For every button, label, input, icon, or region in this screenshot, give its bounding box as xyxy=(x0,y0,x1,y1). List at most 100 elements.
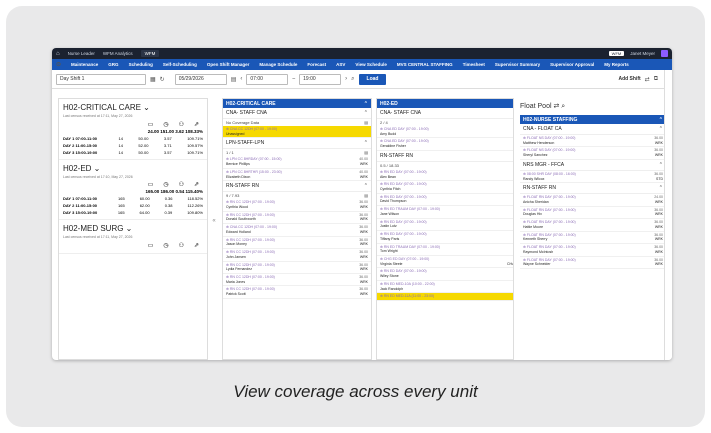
staff-name: Lydia Fernandez xyxy=(226,267,252,272)
chevron-right-icon[interactable]: › xyxy=(345,76,347,82)
shift-row[interactable]: ⊕ RN ED DAY (07:00 - 19:00)36.00David Th… xyxy=(377,194,525,207)
nav-item[interactable]: View Schedule xyxy=(355,62,386,67)
time-to[interactable]: 19:00 xyxy=(299,73,342,85)
shift-row[interactable]: ⊕ CHG ED DAY (07:00 - 19:00)12.00Virgini… xyxy=(377,256,525,269)
shift-row[interactable]: ⊕ FLOAT NS DAY (07:00 - 19:00) 36.00 Shery… xyxy=(520,147,666,160)
role-group[interactable]: NRS MGR - FFCA ⌃ xyxy=(520,160,666,171)
shift-row[interactable]: ⊕ RN ED DAY (07:00 - 19:00)36.00Tiffany … xyxy=(377,231,525,244)
nav-item[interactable]: GRG xyxy=(108,62,118,67)
shift-row[interactable]: ⊕ RN CC 12DH (07:00 - 19:00) 36.00 John Ja… xyxy=(223,249,371,262)
search-icon[interactable]: ⌕ xyxy=(351,76,354,83)
chevron-up-icon[interactable]: ⌃ xyxy=(364,101,368,107)
shift-row[interactable]: ⊕ CNA CC 12DH (07:00 - 19:00) Unassigned xyxy=(223,126,371,139)
nav-item[interactable]: Open Shift Manager xyxy=(207,62,250,67)
shift-row[interactable]: ⊕ CNA ED DAY (07:00 - 19:00)36.00Geraldi… xyxy=(377,138,525,151)
avatar[interactable] xyxy=(661,50,668,57)
app-icon[interactable]: ⊙ xyxy=(56,61,61,68)
chevron-up-icon[interactable]: ⌃ xyxy=(659,185,663,191)
role-group[interactable]: RN-STAFF RN⌃ xyxy=(520,183,666,195)
shift-row[interactable]: ⊕ RN CC 12DH (07:00 - 19:00) 36.00 Jason M… xyxy=(223,237,371,250)
load-button[interactable]: Load xyxy=(358,73,387,85)
add-shift-button[interactable]: Add Shift xyxy=(618,76,640,82)
shift-row[interactable]: ⊕ LPN CC 8HRDAY (07:00 - 15:00) 40.00 Bern… xyxy=(223,156,371,169)
date-input[interactable]: 05/29/2026 xyxy=(174,73,227,85)
role-group[interactable]: CNA- STAFF CNA⌃ xyxy=(223,108,371,119)
shift-row[interactable]: ⊕ RN ED DAY (07:00 - 19:00)36.00Justin L… xyxy=(377,219,525,232)
chevron-up-icon[interactable]: ⌃ xyxy=(364,140,368,146)
nav-item[interactable]: Supervisor Summary xyxy=(495,62,540,67)
refresh-icon[interactable]: ↻ xyxy=(160,76,165,83)
role-group[interactable]: CNA - FLOAT CA ⌃ xyxy=(520,124,666,135)
shift-row[interactable]: ⊕ RN ED TRAUM DAY (07:00 - 19:00)36.00Ja… xyxy=(377,206,525,219)
chevron-up-icon[interactable]: ⌃ xyxy=(659,117,663,123)
top-item[interactable]: WFM Analytics xyxy=(103,51,133,56)
chevron-up-icon[interactable]: ⌃ xyxy=(364,183,368,189)
shift-row[interactable]: ⊕ RN ED DAY (07:00 - 19:00)24.00Alex Bea… xyxy=(377,169,525,182)
shift-row[interactable]: ⊕ FLOAT RN DAY (07:00 - 19:00) 24.00 Anich… xyxy=(520,194,666,207)
shift-select[interactable]: Day Shift 1 xyxy=(56,73,146,85)
home-icon[interactable]: ⌂ xyxy=(56,51,60,57)
collapse-icon[interactable]: « xyxy=(210,98,218,360)
summary-cell: 165 xyxy=(118,196,125,202)
nav-item[interactable]: My Reports xyxy=(604,62,629,67)
role-group[interactable]: LPN-STAFF-LPN ⌃ xyxy=(223,138,371,150)
shift-row[interactable]: ⊕ RN CC 12DH (07:00 - 19:00) 36.00 Donald … xyxy=(223,212,371,225)
shift-row[interactable]: ⊕ CNA CC 12DH (07:00 - 19:00) 36.00 Edward… xyxy=(223,224,371,237)
note-icon[interactable]: ▤ xyxy=(364,193,368,198)
shift-code: ⊕ RN ED MED-11A (11:00 - 23:00) xyxy=(380,294,435,299)
column-header[interactable]: H02-CRITICAL CARE ⌃ xyxy=(223,99,371,108)
shift-row[interactable]: ⊕ RN CC 12DH (07:00 - 19:00) 36.00 Maria J… xyxy=(223,274,371,287)
chevron-left-icon[interactable]: ‹ xyxy=(240,76,242,82)
staff-name: Justin Lutz xyxy=(380,224,397,229)
nav-item[interactable]: Forecast xyxy=(307,62,326,67)
shift-row[interactable]: ⊕ FLOAT RN DAY (07:00 - 19:00) 36.00 Kenne… xyxy=(520,232,666,245)
top-tab-wfm[interactable]: WFM xyxy=(140,50,160,57)
grid-icon[interactable]: ▦ xyxy=(150,76,156,83)
shift-row[interactable]: ⊕ FLOAT NS DAY (07:00 - 19:00) 36.00 Matth… xyxy=(520,135,666,148)
shift-row[interactable]: ⊕ LPN CC 8HRTHR (15:00 - 23:00) 40.00 Eliz… xyxy=(223,169,371,182)
shift-row[interactable]: ⊕ FLOAT RN DAY (07:00 - 19:00) 36.00 Wayne… xyxy=(520,257,666,269)
top-item[interactable]: Nurse Leader xyxy=(68,51,95,56)
shift-row[interactable]: ⊕ RN ED TRAUM DAY (07:00 - 19:00)36.00To… xyxy=(377,244,525,256)
nav-item[interactable]: Manage Schedule xyxy=(259,62,297,67)
note-icon[interactable]: ▤ xyxy=(364,150,368,155)
shift-row[interactable]: ⊕ RN ED DAY (07:00 - 19:00)36.00Wiley St… xyxy=(377,268,525,281)
shift-row[interactable]: ⊕ FLOAT RN DAY (07:00 - 19:00) 36.00 Dougl… xyxy=(520,207,666,220)
chevron-up-icon[interactable]: ⌃ xyxy=(659,126,663,132)
calendar-icon[interactable]: ▤ xyxy=(231,76,237,83)
float-header[interactable]: H02-NURSE STAFFING ⌃ xyxy=(520,115,666,124)
shift-row[interactable]: ⊕ CNA ED DAY (07:00 - 19:00)24.00Amy Bud… xyxy=(377,126,525,139)
chevron-up-icon[interactable]: ⌃ xyxy=(659,162,663,168)
unit-name[interactable]: H02-MED SURG ⌄ xyxy=(63,224,203,233)
shift-row[interactable]: ⊕ RN CC 12DH (07:00 - 19:00) 36.00 Patrick… xyxy=(223,286,371,299)
shift-row[interactable]: ⊕ RN ED DAY (07:00 - 19:00)36.00Cynthia … xyxy=(377,181,525,194)
nav-item[interactable]: Maintenance xyxy=(71,62,98,67)
shift-row[interactable]: ⊕ RN ED MED-11A (11:00 - 23:00) xyxy=(377,293,525,301)
filter-icon[interactable]: ⇄ xyxy=(645,76,650,83)
shift-row[interactable]: ⊕ 08:00 SHR DAY (08:00 - 16:00) 36.00 Rand… xyxy=(520,171,666,184)
role-group[interactable]: RN-STAFF RN⌃ xyxy=(223,181,371,193)
staff-name: Sheryl Sanchez xyxy=(523,153,548,158)
role-group[interactable]: RN-STAFF RN⌃ xyxy=(377,151,525,162)
unit-name[interactable]: H02-CRITICAL CARE ⌄ xyxy=(63,103,203,112)
time-from[interactable]: 07:00 xyxy=(246,73,289,85)
column-header[interactable]: H02-ED⌃ xyxy=(377,99,525,108)
role-group[interactable]: CNA- STAFF CNA⌃ xyxy=(377,108,525,119)
nav-item[interactable]: Scheduling xyxy=(129,62,153,67)
shift-row[interactable]: ⊕ RN CC 12DH (07:00 - 19:00) 36.00 Lydia F… xyxy=(223,262,371,274)
shift-row[interactable]: ⊕ FLOAT RN DAY (07:00 - 19:00) 36.00 Hatti… xyxy=(520,219,666,232)
unit-name[interactable]: H02-ED ⌄ xyxy=(63,164,203,173)
copy-icon[interactable]: ⧉ xyxy=(654,76,658,83)
shift-row[interactable]: ⊕ FLOAT RN DAY (07:00 - 19:00) 36.00 Raymo… xyxy=(520,244,666,257)
user-name[interactable]: Janet Meyer xyxy=(630,51,655,56)
shift-row[interactable]: ⊕ RN ED MED-10A (10:00 - 22:00)36.00Jack… xyxy=(377,281,525,294)
nav-item[interactable]: Self-Scheduling xyxy=(163,62,197,67)
nav-item[interactable]: MVS CENTRAL STAFFING xyxy=(397,62,453,67)
nav-item[interactable]: Timesheet xyxy=(463,62,485,67)
chevron-up-icon[interactable]: ⌃ xyxy=(364,110,368,116)
settings-icon[interactable]: ⇄ ⌕ xyxy=(552,103,565,110)
nav-item[interactable]: Supervisor Approval xyxy=(550,62,594,67)
nav-item[interactable]: ASV xyxy=(336,62,345,67)
shift-row[interactable]: ⊕ RN CC 12DH (07:00 - 19:00) 36.00 Cynthia… xyxy=(223,199,371,212)
note-icon[interactable]: ▤ xyxy=(364,120,368,125)
